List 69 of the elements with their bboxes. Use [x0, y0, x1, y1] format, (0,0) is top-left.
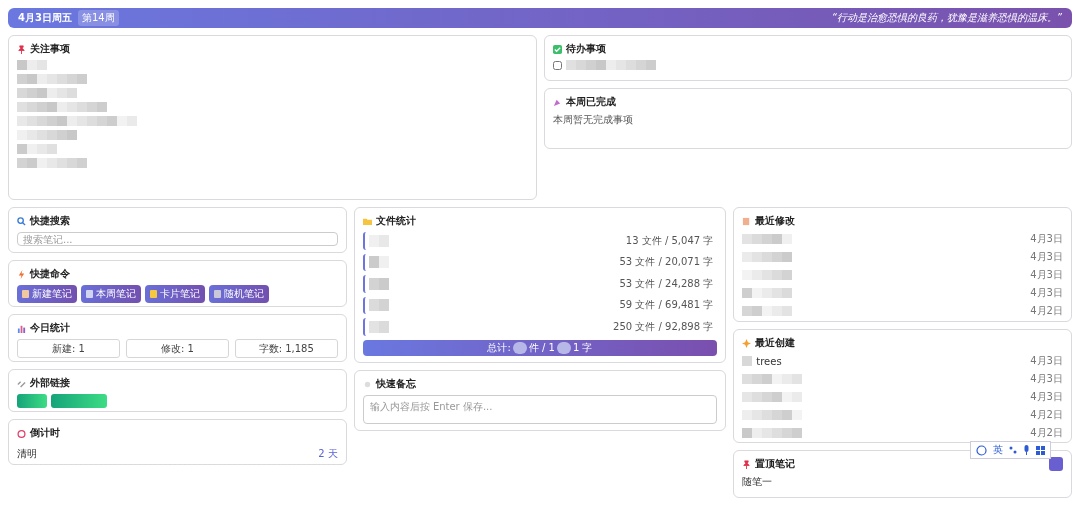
- card-title: 置顶笔记: [755, 457, 796, 471]
- date-text: 4月3日: [1030, 354, 1063, 368]
- lightning-icon: [17, 269, 26, 279]
- folder-stat: 250 文件 / 92,898 字: [613, 319, 714, 334]
- card-title: 外部链接: [30, 376, 70, 390]
- countdown-name: 清明: [17, 447, 37, 461]
- total-text: 件 / 1: [528, 340, 555, 355]
- card-title: 快捷命令: [30, 267, 70, 281]
- total-text: 总计:: [487, 340, 511, 355]
- total-text: 1 字: [572, 340, 593, 355]
- folder-stat: 53 文件 / 20,071 字: [619, 255, 714, 270]
- sparkle-icon: [742, 338, 752, 348]
- date-label: 4月3日周五: [18, 11, 72, 25]
- ime-mode[interactable]: 英: [993, 443, 1003, 457]
- folder-stat: 13 文件 / 5,047 字: [625, 233, 714, 248]
- card-title: 文件统计: [375, 214, 416, 228]
- date-text: 4月2日: [1030, 408, 1063, 422]
- folder-stat: 59 文件 / 69,481 字: [619, 298, 714, 313]
- card-title: 最近创建: [755, 336, 796, 350]
- card-title: 倒计时: [30, 426, 60, 440]
- stat-box: 字数: 1,185: [234, 339, 338, 358]
- grid-icon[interactable]: [1036, 445, 1045, 455]
- command-button[interactable]: 随机笔记: [209, 285, 269, 303]
- date-text: 4月3日: [1030, 250, 1063, 264]
- memo-field[interactable]: 输入内容后按 Enter 保存...: [362, 395, 718, 424]
- countdown-days: 2 天: [318, 447, 338, 461]
- card-title: 今日统计: [30, 321, 70, 335]
- stat-box: 新建: 1: [17, 339, 120, 358]
- command-button[interactable]: 卡片笔记: [145, 285, 205, 303]
- note-link[interactable]: 随笔一: [742, 475, 1063, 489]
- date-text: 4月2日: [1030, 304, 1063, 318]
- card-title: 待办事项: [565, 42, 606, 56]
- command-button[interactable]: 本周笔记: [81, 285, 141, 303]
- note-name: trees: [756, 355, 782, 367]
- empty-message: 本周暂无完成事项: [552, 113, 634, 127]
- action-button[interactable]: [1049, 457, 1063, 471]
- card-title: 快捷搜索: [30, 214, 70, 228]
- dots-icon[interactable]: [1009, 446, 1017, 454]
- pin-icon: [17, 44, 26, 54]
- todo-checkbox[interactable]: [552, 60, 562, 70]
- checkbox-icon: [552, 44, 562, 54]
- card-title: 本周已完成: [565, 95, 616, 109]
- date-text: 4月3日: [1030, 390, 1063, 404]
- card-title: 最近修改: [755, 214, 796, 228]
- pin-icon: [742, 459, 752, 469]
- card-title: 快速备忘: [375, 377, 416, 391]
- note-icon: [150, 290, 157, 298]
- note-icon: [22, 290, 29, 298]
- bar-chart-icon: [17, 323, 26, 333]
- ime-logo-icon: [976, 444, 987, 456]
- date-text: 4月3日: [1030, 286, 1063, 300]
- circle-icon: [362, 379, 372, 389]
- search-field[interactable]: 搜索笔记...: [17, 232, 338, 246]
- quote-text: “行动是治愈恐惧的良药，犹豫是滋养恐惧的温床。”: [831, 11, 1062, 25]
- search-icon: [17, 216, 26, 226]
- note-icon: [214, 290, 221, 298]
- command-button[interactable]: 新建笔记: [17, 285, 77, 303]
- note-icon: [86, 290, 93, 298]
- alarm-clock-icon: [17, 428, 26, 438]
- stat-box: 修改: 1: [125, 339, 229, 358]
- date-text: 4月3日: [1030, 268, 1063, 282]
- folder-icon: [362, 216, 372, 226]
- week-badge: 第14周: [77, 10, 119, 26]
- folder-stat: 53 文件 / 24,288 字: [619, 276, 714, 291]
- date-text: 4月3日: [1030, 372, 1063, 386]
- date-text: 4月3日: [1030, 232, 1063, 246]
- date-text: 4月2日: [1030, 426, 1063, 440]
- card-title: 关注事项: [30, 42, 70, 56]
- microphone-icon[interactable]: [1023, 445, 1030, 455]
